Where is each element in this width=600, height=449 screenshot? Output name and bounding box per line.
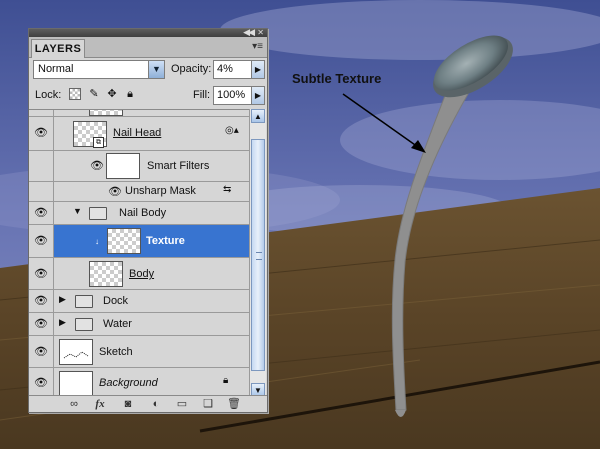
blend-mode-value: Normal [38,63,74,75]
layer-thumbnail [89,110,123,116]
tab-row: LAYERS ▾≡ [29,37,267,58]
scrollbar-thumb[interactable] [251,139,265,371]
chevron-down-icon[interactable]: ▼ [148,61,164,78]
layer-row-smart-filters[interactable]: 👁︎ Smart Filters [29,151,249,182]
layer-list-scrollbar[interactable]: ▲ ▼ [249,109,266,397]
lock-brush-icon[interactable]: ✎ [88,88,100,100]
layer-thumbnail [59,339,93,365]
close-icon[interactable]: ✕ [257,28,264,37]
layer-row-nail-body-group[interactable]: 👁︎ ▼ Nail Body [29,202,249,225]
eye-icon[interactable]: 👁︎ [33,317,49,331]
callout-label: Subtle Texture [292,71,382,86]
layer-row-background[interactable]: 👁︎ Background 🔒︎ [29,368,249,398]
fill-label: Fill: [193,89,211,101]
layer-name[interactable]: Smart Filters [147,160,209,172]
layer-row-water-group[interactable]: 👁︎ ▶ Water [29,313,249,336]
tab-layers[interactable]: LAYERS [31,39,85,58]
folder-icon [75,318,93,331]
eye-icon[interactable]: 👁︎ [89,159,105,173]
opacity-slider-button[interactable]: ▶ [251,60,265,79]
eye-icon[interactable]: 👁︎ [33,234,49,248]
lock-position-icon[interactable]: ✥ [106,88,118,100]
filter-mask-thumbnail [106,153,140,179]
layer-name[interactable]: Water [103,318,132,330]
opacity-label: Opacity: [171,63,212,75]
layer-row-body[interactable]: 👁︎ Body [29,258,249,290]
lock-all-icon[interactable]: 🔒︎ [124,88,136,100]
opacity-value: 4% [217,63,233,75]
fx-icon[interactable]: fx [93,397,107,411]
layer-row-partial[interactable] [29,110,249,117]
expand-triangle-icon[interactable]: ▶ [59,317,66,328]
panel-bottom-toolbar: ∞ fx ◙ ◐ ▭ ❑ 🗑︎ [29,395,267,412]
layer-list: 👁︎ ⧉ Nail Head ◎▴ 👁︎ Smart Filters 👁︎ Un… [29,109,249,398]
layer-name[interactable]: Dock [103,295,128,307]
lock-icon: 🔒︎ [223,375,229,386]
layer-row-nail-head[interactable]: 👁︎ ⧉ Nail Head ◎▴ [29,117,249,151]
eye-icon[interactable]: 👁︎ [33,376,49,390]
layer-name[interactable]: Background [99,377,158,389]
layer-name[interactable]: Sketch [99,346,133,358]
layer-thumbnail [59,371,93,397]
scroll-up-icon[interactable]: ▲ [251,109,265,123]
layer-name[interactable]: Nail Head [113,127,161,139]
mask-icon[interactable]: ◙ [121,397,135,411]
layer-name[interactable]: Nail Body [119,207,166,219]
fill-slider-button[interactable]: ▶ [251,86,265,105]
new-layer-icon[interactable]: ❑ [201,397,215,411]
layer-name[interactable]: Body [129,268,154,280]
expand-triangle-icon[interactable]: ▼ [73,206,82,216]
layer-row-sketch[interactable]: 👁︎ Sketch [29,336,249,368]
eye-icon[interactable]: 👁︎ [33,345,49,359]
smart-object-icon: ⧉ [93,137,104,148]
eye-icon[interactable]: 👁︎ [33,206,49,220]
eye-icon[interactable]: 👁︎ [33,294,49,308]
eye-icon[interactable]: 👁︎ [107,185,123,199]
panel-menu-icon[interactable]: ▾≡ [252,41,263,52]
folder-icon[interactable]: ▭ [175,397,189,411]
adjustment-icon[interactable]: ◐ [149,397,163,411]
layer-name[interactable]: Unsharp Mask [125,185,196,197]
link-icon[interactable]: ∞ [67,397,81,411]
smart-filter-badge-icon[interactable]: ◎▴ [225,125,239,136]
blending-options-icon[interactable]: ⇆ [223,184,231,195]
layer-row-unsharp-mask[interactable]: 👁︎ Unsharp Mask ⇆ [29,182,249,202]
panel-titlebar[interactable]: ◀◀ ✕ [29,28,267,37]
lock-label: Lock: [35,89,62,101]
expand-triangle-icon[interactable]: ▶ [59,294,66,305]
lock-fill-row: Lock: ✎ ✥ 🔒︎ Fill: 100% ▶ [33,85,265,105]
layers-panel: ◀◀ ✕ LAYERS ▾≡ Normal ▼ Opacity: 4% ▶ Lo… [28,28,268,413]
eye-icon[interactable]: 👁︎ [33,267,49,281]
layer-row-dock-group[interactable]: 👁︎ ▶ Dock [29,290,249,313]
clip-arrow-icon: ↓ [95,237,99,246]
blend-opacity-row: Normal ▼ Opacity: 4% ▶ [33,60,265,80]
eye-icon[interactable]: 👁︎ [33,126,49,140]
opacity-field[interactable]: 4% [213,60,253,79]
folder-icon [75,295,93,308]
layer-name[interactable]: Texture [146,235,185,247]
fill-field[interactable]: 100% [213,86,253,105]
layer-row-texture[interactable]: 👁︎ ↓ Texture [29,225,249,258]
lock-transparency-icon[interactable] [69,88,81,100]
fill-value: 100% [217,89,246,101]
collapse-icon[interactable]: ◀◀ [243,28,255,37]
trash-icon[interactable]: 🗑︎ [227,397,241,411]
folder-icon [89,207,107,220]
layer-thumbnail [107,228,141,254]
layer-thumbnail [89,261,123,287]
blend-mode-select[interactable]: Normal ▼ [33,60,165,79]
